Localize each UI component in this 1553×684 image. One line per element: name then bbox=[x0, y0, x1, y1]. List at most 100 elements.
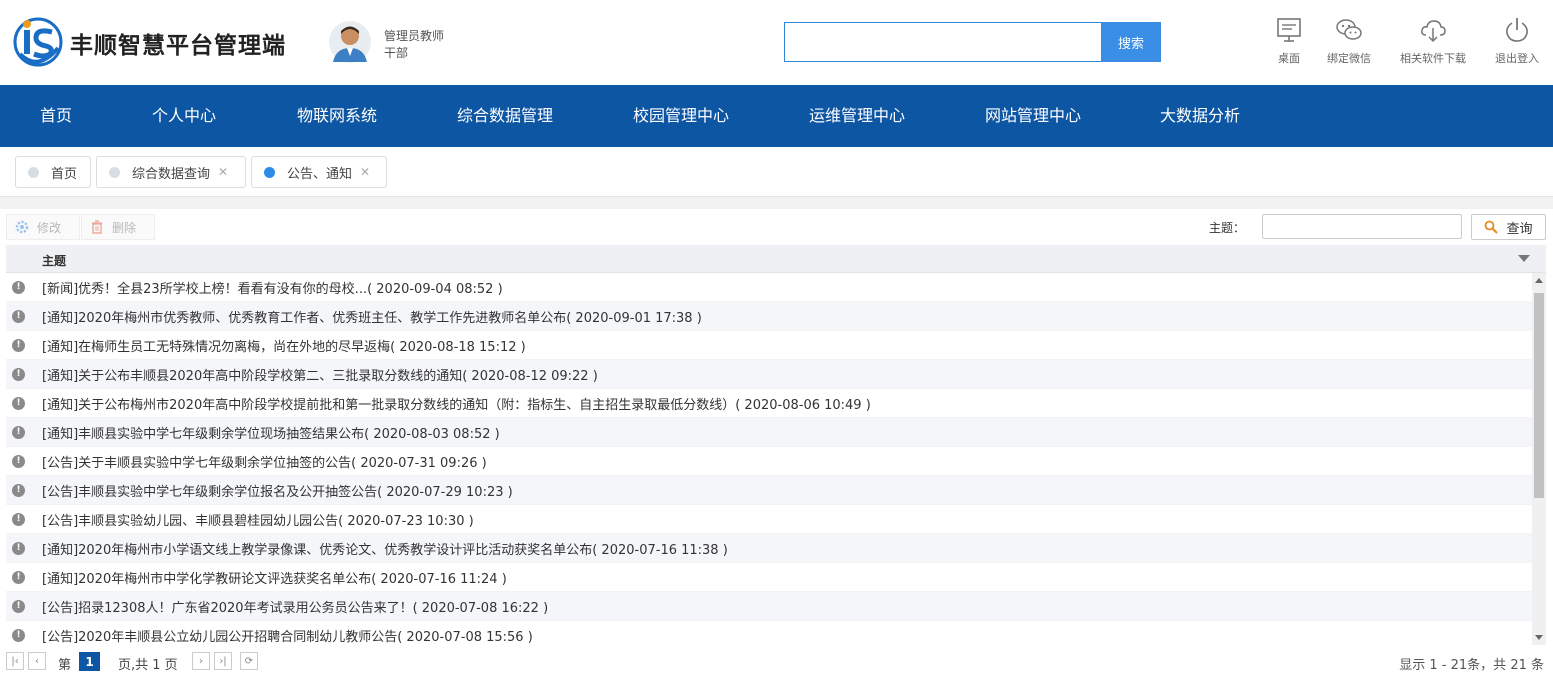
info-icon: ! bbox=[12, 628, 25, 642]
bind-wechat-button[interactable]: 绑定微信 bbox=[1322, 16, 1376, 68]
nav-item-data-management[interactable]: 综合数据管理 bbox=[457, 85, 553, 147]
search-input[interactable] bbox=[784, 22, 1102, 62]
gear-icon bbox=[15, 220, 29, 234]
next-page-button[interactable]: › bbox=[192, 652, 210, 670]
table-row[interactable]: ! [公告]关于丰顺县实验中学七年级剩余学位抽签的公告( 2020-07-31 0… bbox=[6, 447, 1532, 476]
user-name: 管理员教师 bbox=[384, 29, 445, 43]
tab-dot bbox=[109, 166, 120, 178]
row-title[interactable]: [新闻]优秀！全县23所学校上榜！看看有没有你的母校...( 2020-09-0… bbox=[42, 278, 503, 297]
info-icon: ! bbox=[12, 570, 25, 584]
edit-label: 修改 bbox=[37, 220, 62, 235]
table-row[interactable]: ! [公告]丰顺县实验幼儿园、丰顺县碧桂园幼儿园公告( 2020-07-23 10… bbox=[6, 505, 1532, 534]
topic-label: 主题： bbox=[1209, 221, 1246, 235]
row-title[interactable]: [通知]2020年梅州市优秀教师、优秀教育工作者、优秀班主任、教学工作先进教师名… bbox=[42, 307, 702, 326]
row-title[interactable]: [通知]在梅师生员工无特殊情况勿离梅，尚在外地的尽早返梅( 2020-08-18… bbox=[42, 336, 526, 355]
table-row[interactable]: ! [通知]2020年梅州市小学语文线上教学录像课、优秀论文、优秀教学设计评比活动… bbox=[6, 534, 1532, 563]
info-icon: ! bbox=[12, 541, 25, 555]
info-icon: ! bbox=[12, 367, 25, 381]
current-page[interactable]: 1 bbox=[79, 652, 100, 671]
desktop-button[interactable]: 桌面 bbox=[1272, 16, 1306, 68]
nav-item-ops-management[interactable]: 运维管理中心 bbox=[809, 85, 905, 147]
nav-item-campus-management[interactable]: 校园管理中心 bbox=[633, 85, 729, 147]
row-title[interactable]: [公告]丰顺县实验中学七年级剩余学位报名及公开抽签公告( 2020-07-29 … bbox=[42, 481, 513, 500]
tab-bar: 首页 综合数据查询 ✕ 公告、通知 ✕ bbox=[0, 147, 1553, 197]
search-icon bbox=[1485, 220, 1499, 234]
table-row[interactable]: ! [通知]在梅师生员工无特殊情况勿离梅，尚在外地的尽早返梅( 2020-08-1… bbox=[6, 331, 1532, 360]
table-row[interactable]: ! [公告]2020年丰顺县公立幼儿园公开招聘合同制幼儿教师公告( 2020-07… bbox=[6, 621, 1532, 645]
page-prefix: 第 bbox=[58, 658, 72, 673]
logout-label: 退出登入 bbox=[1495, 52, 1539, 65]
topic-input[interactable] bbox=[1262, 214, 1462, 239]
table-row[interactable]: ! [通知]关于公布梅州市2020年高中阶段学校提前批和第一批录取分数线的通知（附… bbox=[6, 389, 1532, 418]
info-icon: ! bbox=[12, 599, 25, 613]
refresh-icon[interactable]: ⟳ bbox=[240, 652, 258, 670]
info-icon: ! bbox=[12, 483, 25, 497]
nav-item-big-data[interactable]: 大数据分析 bbox=[1160, 85, 1240, 147]
nav-item-home[interactable]: 首页 bbox=[40, 85, 72, 147]
logo-icon bbox=[13, 17, 63, 67]
tab-label: 公告、通知 bbox=[287, 166, 353, 182]
nav-item-website-management[interactable]: 网站管理中心 bbox=[985, 85, 1081, 147]
close-icon[interactable]: ✕ bbox=[360, 165, 370, 179]
info-icon: ! bbox=[12, 309, 25, 323]
main-nav: 首页 个人中心 物联网系统 综合数据管理 校园管理中心 运维管理中心 网站管理中… bbox=[0, 85, 1553, 147]
table-row[interactable]: ! [新闻]优秀！全县23所学校上榜！看看有没有你的母校...( 2020-09-… bbox=[6, 273, 1532, 302]
pagination: |‹ ‹ 第 1 页,共 1 页 › ›| ⟳ 显示 1 - 21条，共 21 … bbox=[6, 649, 1546, 673]
nav-item-personal-center[interactable]: 个人中心 bbox=[152, 85, 216, 147]
info-icon: ! bbox=[12, 338, 25, 352]
table-row[interactable]: ! [公告]丰顺县实验中学七年级剩余学位报名及公开抽签公告( 2020-07-29… bbox=[6, 476, 1532, 505]
close-icon[interactable]: ✕ bbox=[218, 165, 228, 179]
table-row[interactable]: ! [通知]2020年梅州市优秀教师、优秀教育工作者、优秀班主任、教学工作先进教师… bbox=[6, 302, 1532, 331]
info-icon: ! bbox=[12, 280, 25, 294]
software-download-label: 相关软件下载 bbox=[1400, 52, 1466, 65]
edit-button[interactable]: 修改 bbox=[6, 214, 80, 240]
first-page-button[interactable]: |‹ bbox=[6, 652, 24, 670]
row-title[interactable]: [通知]关于公布丰顺县2020年高中阶段学校第二、三批录取分数线的通知( 202… bbox=[42, 365, 598, 384]
table-row[interactable]: ! [通知]丰顺县实验中学七年级剩余学位现场抽签结果公布( 2020-08-03 … bbox=[6, 418, 1532, 447]
vertical-scrollbar[interactable] bbox=[1532, 273, 1546, 645]
bind-wechat-label: 绑定微信 bbox=[1327, 52, 1371, 65]
logout-button[interactable]: 退出登入 bbox=[1490, 16, 1544, 68]
divider bbox=[0, 197, 1553, 209]
nav-item-iot-system[interactable]: 物联网系统 bbox=[297, 85, 377, 147]
tab-label: 综合数据查询 bbox=[132, 166, 211, 182]
wechat-icon bbox=[1336, 19, 1362, 40]
info-icon: ! bbox=[12, 454, 25, 468]
row-title[interactable]: [通知]2020年梅州市中学化学教研论文评选获奖名单公布( 2020-07-16… bbox=[42, 568, 507, 587]
software-download-button[interactable]: 相关软件下载 bbox=[1395, 16, 1471, 68]
page-suffix: 页,共 1 页 bbox=[118, 658, 178, 673]
scroll-thumb[interactable] bbox=[1534, 293, 1544, 498]
query-button[interactable]: 查询 bbox=[1471, 214, 1546, 240]
announcement-list: ! [新闻]优秀！全县23所学校上榜！看看有没有你的母校...( 2020-09-… bbox=[6, 273, 1532, 645]
row-title[interactable]: [通知]2020年梅州市小学语文线上教学录像课、优秀论文、优秀教学设计评比活动获… bbox=[42, 539, 728, 558]
info-icon: ! bbox=[12, 396, 25, 410]
row-title[interactable]: [通知]丰顺县实验中学七年级剩余学位现场抽签结果公布( 2020-08-03 0… bbox=[42, 423, 500, 442]
tab-home[interactable]: 首页 bbox=[15, 156, 91, 188]
prev-page-button[interactable]: ‹ bbox=[28, 652, 46, 670]
last-page-button[interactable]: ›| bbox=[214, 652, 232, 670]
table-row[interactable]: ! [通知]关于公布丰顺县2020年高中阶段学校第二、三批录取分数线的通知( 20… bbox=[6, 360, 1532, 389]
row-title[interactable]: [通知]关于公布梅州市2020年高中阶段学校提前批和第一批录取分数线的通知（附：… bbox=[42, 394, 871, 413]
trash-icon bbox=[92, 220, 102, 234]
delete-button[interactable]: 删除 bbox=[81, 214, 155, 240]
scroll-up-icon[interactable] bbox=[1535, 278, 1543, 283]
row-title[interactable]: [公告]丰顺县实验幼儿园、丰顺县碧桂园幼儿园公告( 2020-07-23 10:… bbox=[42, 510, 474, 529]
info-icon: ! bbox=[12, 425, 25, 439]
desktop-icon bbox=[1277, 18, 1301, 42]
grid-toolbar: 修改 删除 主题： 查询 bbox=[6, 214, 1546, 242]
table-row[interactable]: ! [通知]2020年梅州市中学化学教研论文评选获奖名单公布( 2020-07-1… bbox=[6, 563, 1532, 592]
scroll-down-icon[interactable] bbox=[1535, 635, 1543, 640]
row-title[interactable]: [公告]关于丰顺县实验中学七年级剩余学位抽签的公告( 2020-07-31 09… bbox=[42, 452, 487, 471]
grid-header: 主题 bbox=[6, 245, 1546, 273]
search-button[interactable]: 搜索 bbox=[1101, 22, 1161, 62]
top-header: 丰顺智慧平台管理端 管理员教师 干部 搜索 桌面 绑定微信 相关软件下载 退出登… bbox=[0, 0, 1553, 85]
table-row[interactable]: ! [公告]招录12308人！广东省2020年考试录用公务员公告来了！( 2020… bbox=[6, 592, 1532, 621]
tab-data-query[interactable]: 综合数据查询 ✕ bbox=[96, 156, 246, 188]
row-title[interactable]: [公告]2020年丰顺县公立幼儿园公开招聘合同制幼儿教师公告( 2020-07-… bbox=[42, 626, 533, 645]
query-label: 查询 bbox=[1506, 221, 1533, 237]
row-title[interactable]: [公告]招录12308人！广东省2020年考试录用公务员公告来了！( 2020-… bbox=[42, 597, 548, 616]
column-header-topic[interactable]: 主题 bbox=[42, 252, 66, 269]
tab-announcements[interactable]: 公告、通知 ✕ bbox=[251, 156, 387, 188]
cloud-download-icon bbox=[1421, 20, 1446, 43]
sort-icon[interactable] bbox=[1518, 255, 1530, 262]
